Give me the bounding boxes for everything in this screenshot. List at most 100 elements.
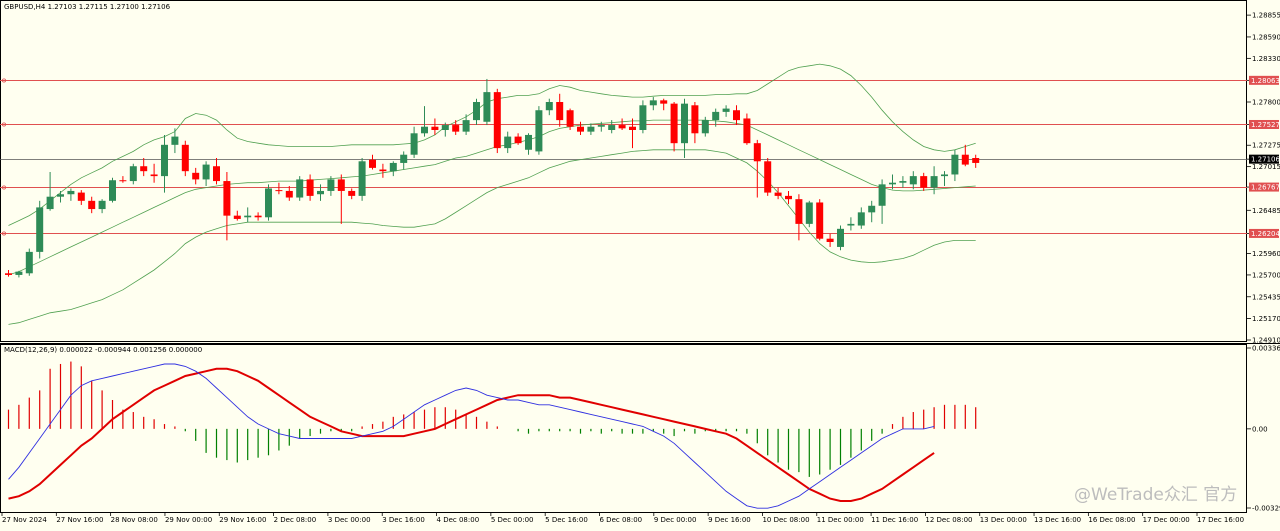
watermark: @WeTrade众汇 官方 [1074,485,1237,505]
candle-body [285,190,293,198]
candle-body [473,102,480,121]
candle-body [670,103,678,144]
candle-body [545,102,553,111]
candle-body [181,144,189,172]
candle-body [57,194,64,197]
candle-body [660,100,668,104]
candle-body [129,166,137,182]
candle-body [161,144,168,177]
price-tick-label: 1.25700 [1252,271,1280,279]
candle-body [358,161,366,196]
price-level-label: 1.26204 [1251,230,1280,238]
time-tick-label: 27 Nov 16:00 [56,516,103,524]
candle-body [504,136,512,149]
trading-chart: 1.28855 1.28590 1.28330 1.28063 1.27800 1.275… [0,0,1280,527]
candle-body [254,215,262,218]
time-tick-label: 4 Dec 08:00 [437,516,480,524]
candle-body [951,154,959,175]
macd-header: MACD(12,26,9) 0.000022 -0.000944 0.00125… [4,346,202,354]
candle-body [36,207,44,252]
candle-body [920,176,928,188]
candle-body [816,202,824,239]
candle-body [150,174,158,177]
candle-body [753,143,761,162]
candle-body [483,92,491,122]
candle-body [785,195,792,200]
candle-body [577,126,584,132]
candle-body [202,164,210,180]
symbol-header: GBPUSD,H4 1.27103 1.27115 1.27100 1.2710… [4,3,171,11]
candle-body [46,196,54,210]
candle-body [618,125,626,129]
price-tick-label: 1.27275 [1252,142,1280,150]
candle-body [774,192,782,196]
candle-body [223,181,231,216]
time-tick-label: 12 Dec 08:00 [925,516,972,524]
candle-body [930,176,938,188]
candle-body [233,215,241,219]
candle-body [389,162,397,172]
candle-body [701,120,709,134]
candle-body [421,126,428,134]
candle-body [597,125,605,127]
price-tick-label: 1.25170 [1252,315,1280,323]
candle-body [431,126,439,130]
candle-body [400,154,408,163]
price-tick-label: 1.27800 [1252,99,1280,107]
candle-body [889,182,896,185]
candle-body [140,166,148,172]
time-tick-label: 5 Dec 16:00 [545,516,588,524]
price-tick-label: 1.25960 [1252,250,1280,258]
candle-body [733,110,740,121]
chart-svg: 1.28855 1.28590 1.28330 1.28063 1.27800 1.275… [0,0,1280,527]
candle-body [972,158,980,163]
price-tick-label: 1.28330 [1252,55,1280,63]
candle-body [878,184,886,206]
candle-body [77,192,85,201]
time-tick-label: 17 Dec 00:00 [1143,516,1190,524]
candle-body [805,202,813,224]
candle-body [379,169,387,172]
candle-body [941,174,948,177]
time-tick-label: 3 Dec 16:00 [382,516,425,524]
candle-body [275,190,283,192]
candle-body [410,133,418,155]
candle-body [317,190,324,195]
candle-body [348,190,356,196]
candle-body [566,110,574,127]
time-tick-label: 16 Dec 08:00 [1088,516,1135,524]
time-tick-label: 6 Dec 08:00 [600,516,643,524]
price-tick-label: 1.28855 [1252,12,1280,20]
time-tick-label: 9 Dec 16:00 [708,516,751,524]
candle-body [961,154,969,165]
candle-body [369,159,376,168]
candle-body [608,125,616,130]
candle-body [88,200,96,210]
time-tick-label: 9 Dec 00:00 [654,516,697,524]
candle-body [306,179,314,196]
price-level-label: 1.26767 [1251,184,1280,192]
time-tick-label: 3 Dec 00:00 [328,516,371,524]
candle-body [296,179,304,198]
candle-body [98,200,106,210]
chart-background [0,0,1280,527]
candle-body [629,126,636,130]
candle-body [795,199,803,224]
candle-body [525,134,532,150]
candle-body [639,105,647,130]
price-level-label: 1.27527 [1251,121,1280,129]
time-tick-label: 13 Dec 00:00 [980,516,1027,524]
candle-body [743,118,751,144]
time-tick-label: 17 Dec 16:00 [1197,516,1244,524]
time-tick-label: 10 Dec 08:00 [762,516,809,524]
candle-body [213,166,220,182]
macd-tick-label: 0.003364 [1252,345,1280,353]
candle-body [25,251,33,274]
candle-body [493,92,501,149]
candle-body [857,212,865,226]
candle-body [441,125,449,130]
time-tick-label: 28 Nov 08:00 [111,516,158,524]
candle-body [535,110,543,152]
candle-body [909,176,917,185]
candle-body [462,120,470,132]
